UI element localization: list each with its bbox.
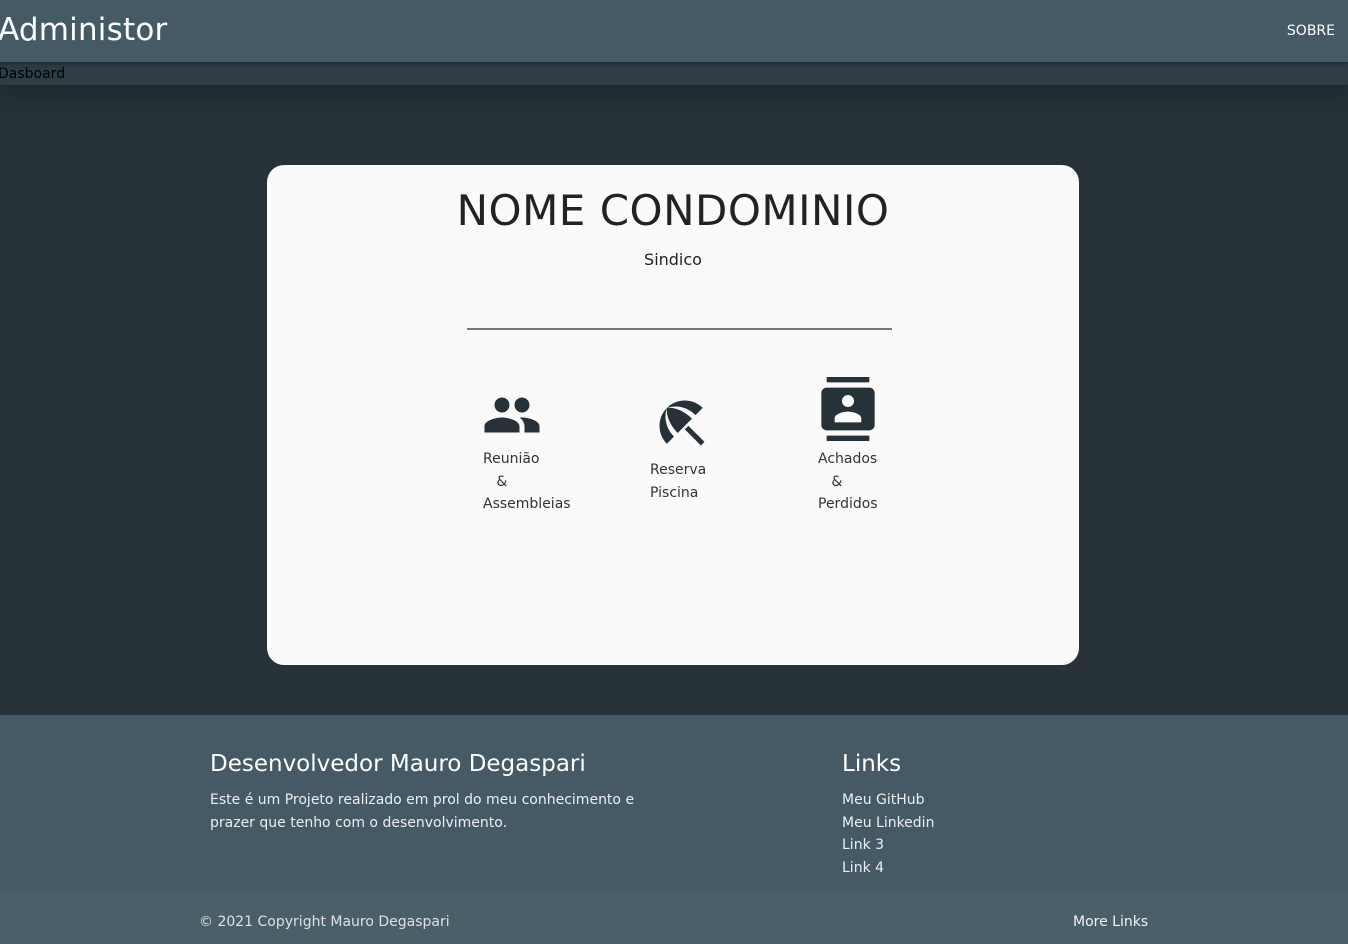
- footer-link-linkedin[interactable]: Meu Linkedin: [842, 815, 934, 831]
- breadcrumb-item-dashboard: Dasboard: [0, 66, 66, 82]
- tile-meetings-assemblies[interactable]: Reunião & Assembleias: [482, 381, 582, 516]
- tile-lost-and-found[interactable]: Achados & Perdidos: [817, 377, 917, 517]
- footer-links-title: Links: [842, 751, 902, 777]
- footer-title: Desenvolvedor Mauro Degaspari: [210, 751, 586, 777]
- list-item: Link 4: [842, 857, 934, 880]
- copyright-bar: © 2021 Copyright Mauro Degaspari More Li…: [0, 891, 1348, 944]
- contact-card-icon: [821, 377, 875, 441]
- brand-logo[interactable]: Administor: [0, 11, 167, 49]
- list-item: Meu Linkedin: [842, 812, 934, 835]
- copyright-text: © 2021 Copyright Mauro Degaspari: [199, 914, 450, 930]
- footer-link-4[interactable]: Link 4: [842, 860, 884, 876]
- page-footer: Desenvolvedor Mauro Degaspari Este é um …: [0, 715, 1348, 944]
- breadcrumb: Dasboard: [0, 62, 1348, 85]
- nav-link-sobre[interactable]: SOBRE: [1287, 21, 1335, 41]
- top-navbar: Administor SOBRE: [0, 0, 1348, 62]
- tile-label: Reunião & Assembleias: [483, 451, 571, 512]
- more-links-link[interactable]: More Links: [1073, 912, 1148, 932]
- footer-description: Este é um Projeto realizado em prol do m…: [210, 792, 635, 831]
- list-item: Meu GitHub: [842, 789, 934, 812]
- page-title: NOME CONDOMINIO: [456, 186, 890, 235]
- footer-link-3[interactable]: Link 3: [842, 837, 884, 853]
- footer-link-github[interactable]: Meu GitHub: [842, 792, 925, 808]
- tile-label: Achados & Perdidos: [818, 451, 878, 512]
- divider: [467, 328, 892, 330]
- people-icon: [484, 397, 540, 433]
- footer-links-list: Meu GitHub Meu Linkedin Link 3 Link 4: [842, 789, 934, 879]
- condominium-card: NOME CONDOMINIO Sindico Reunião & Assemb…: [267, 165, 1079, 665]
- tile-pool-reservation[interactable]: Reserva Piscina: [650, 393, 740, 508]
- tile-label: Reserva Piscina: [650, 462, 707, 501]
- beach-umbrella-icon: [659, 400, 705, 446]
- list-item: Link 3: [842, 834, 934, 857]
- role-subtitle: Sindico: [644, 250, 702, 269]
